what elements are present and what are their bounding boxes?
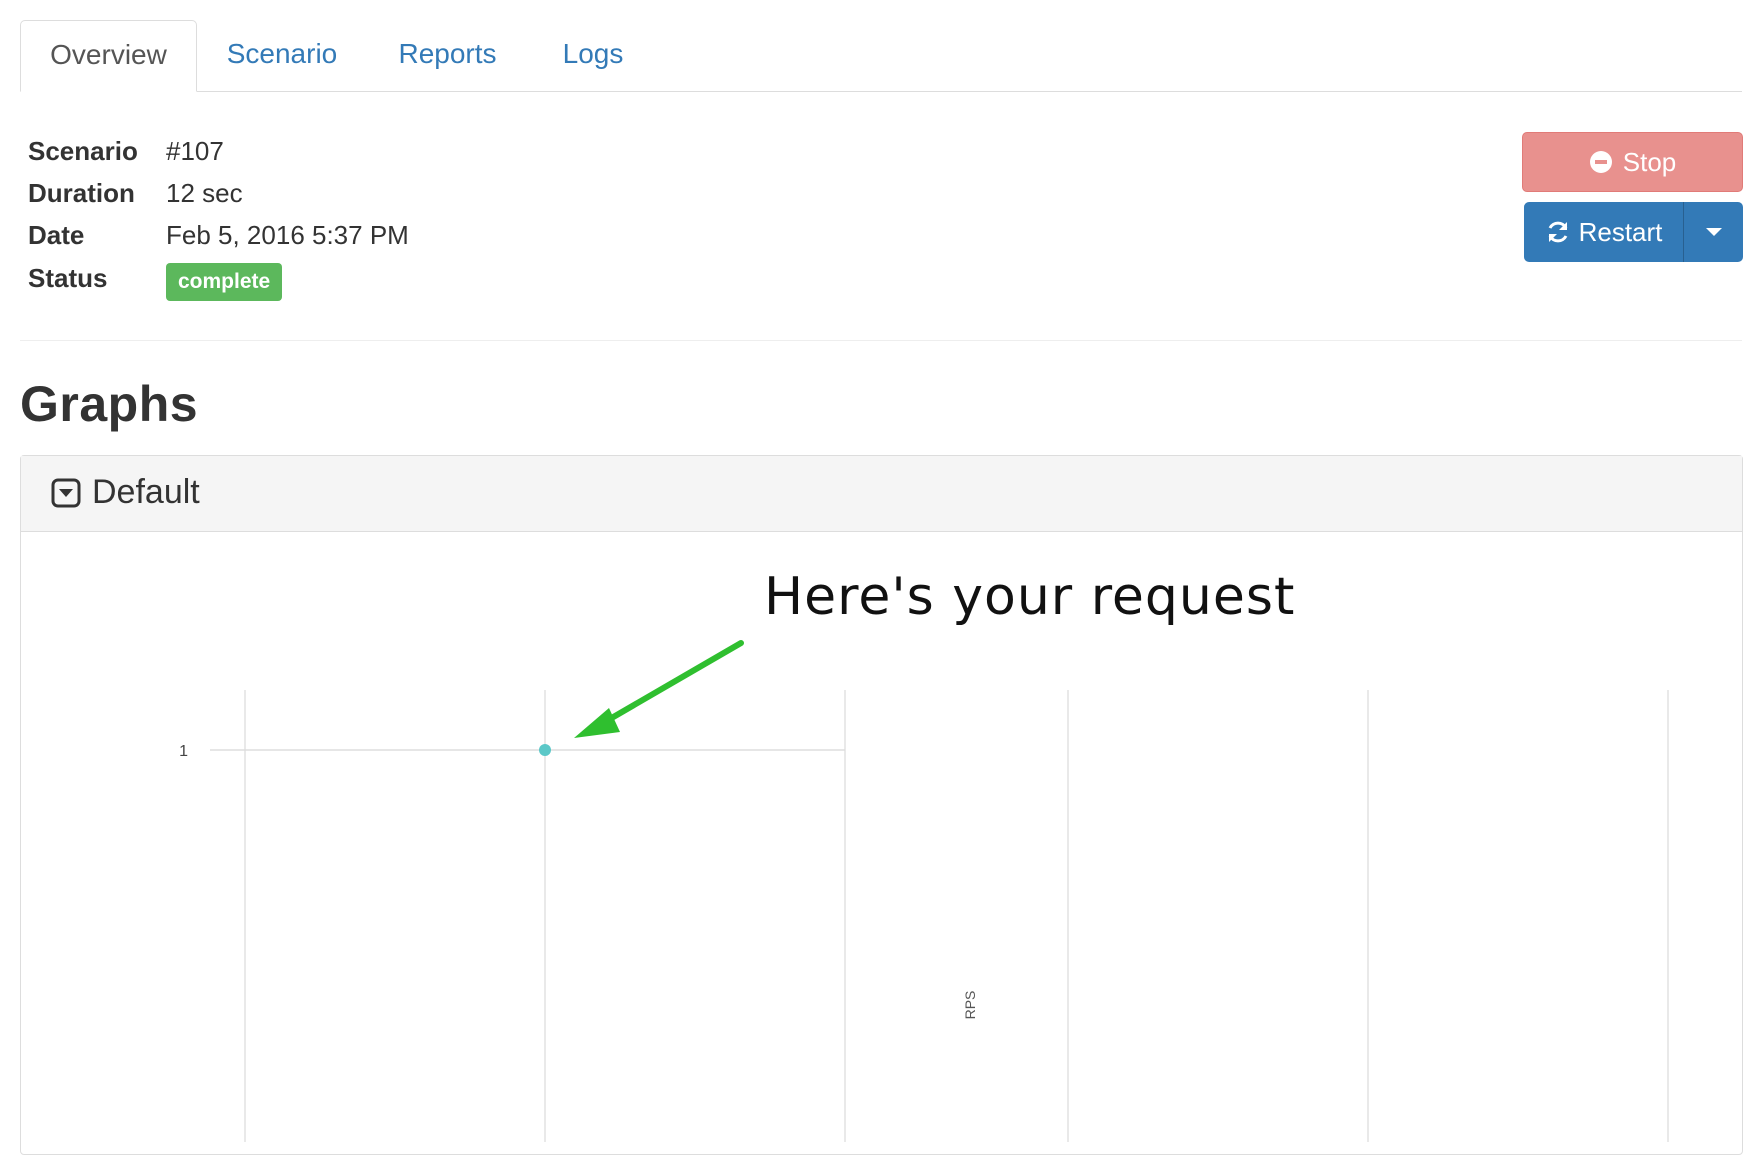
graph-panel-header[interactable] bbox=[21, 456, 1742, 532]
tab-scenario[interactable]: Scenario bbox=[212, 20, 352, 92]
stop-button[interactable]: Stop bbox=[1522, 132, 1743, 192]
section-divider bbox=[20, 340, 1742, 341]
date-value: Feb 5, 2016 5:37 PM bbox=[166, 220, 409, 250]
graphs-heading: Graphs bbox=[20, 376, 199, 432]
graph-panel-title: Default bbox=[92, 473, 200, 511]
status-badge: complete bbox=[166, 263, 283, 301]
restart-button-label: Restart bbox=[1578, 216, 1663, 247]
annotation-text: Here's your request bbox=[764, 567, 1296, 627]
y-axis-label: RPS bbox=[962, 991, 978, 1020]
caret-down-icon bbox=[1705, 228, 1722, 236]
minus-circle-icon bbox=[1589, 151, 1612, 173]
tab-reports[interactable]: Reports bbox=[380, 20, 515, 92]
date-label: Date bbox=[28, 220, 85, 250]
scenario-value: #107 bbox=[166, 136, 224, 166]
restart-button[interactable]: Restart bbox=[1524, 202, 1684, 262]
duration-value: 12 sec bbox=[166, 178, 243, 208]
refresh-icon bbox=[1548, 221, 1567, 243]
duration-label: Duration bbox=[28, 178, 135, 208]
stop-button-label: Stop bbox=[1622, 146, 1677, 177]
status-label: Status bbox=[28, 263, 108, 293]
tab-overview[interactable]: Overview bbox=[20, 20, 197, 92]
scenario-label: Scenario bbox=[28, 136, 138, 166]
chart-grid bbox=[210, 690, 1669, 1142]
chart-marks: 1 RPS bbox=[179, 743, 978, 1019]
collapse-toggle-icon[interactable] bbox=[51, 478, 81, 508]
tab-logs[interactable]: Logs bbox=[548, 20, 638, 92]
restart-button-group: Restart bbox=[1524, 202, 1743, 262]
data-point bbox=[539, 744, 551, 756]
y-tick-label: 1 bbox=[179, 743, 188, 760]
restart-dropdown-toggle[interactable] bbox=[1684, 202, 1743, 262]
